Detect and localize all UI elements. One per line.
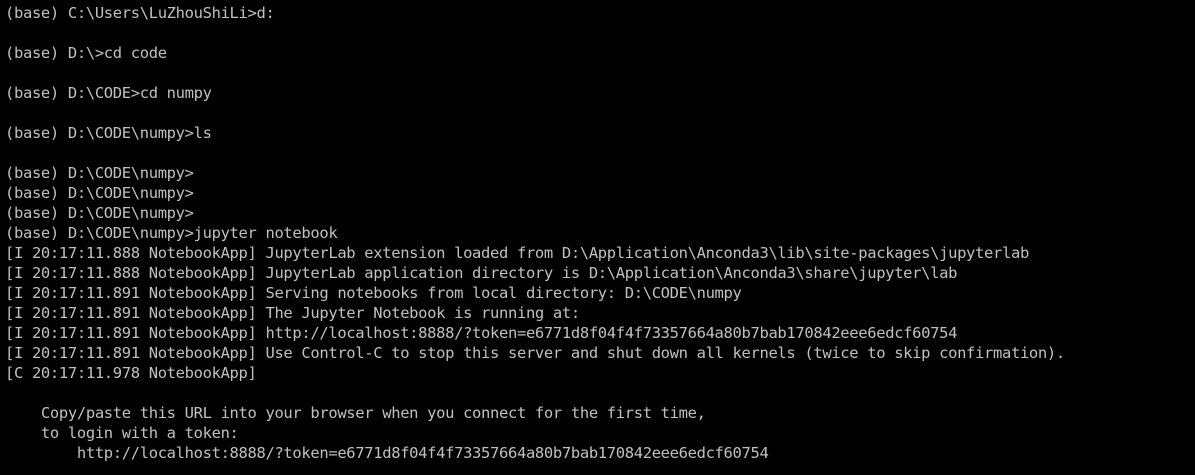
console-line: (base) D:\CODE>cd numpy: [5, 84, 212, 102]
log-line: [I 20:17:11.891 NotebookApp] The Jupyter…: [5, 304, 580, 322]
log-line: [I 20:17:11.891 NotebookApp] Use Control…: [5, 344, 1065, 362]
log-line: [I 20:17:11.888 NotebookApp] JupyterLab …: [5, 264, 958, 282]
console-line: (base) D:\>cd code: [5, 44, 167, 62]
console-line: (base) D:\CODE\numpy>: [5, 184, 194, 202]
log-line: [I 20:17:11.888 NotebookApp] JupyterLab …: [5, 244, 1029, 262]
token-url-line[interactable]: http://localhost:8888/?token=e6771d8f04f…: [5, 443, 1195, 463]
console-line: (base) D:\CODE\numpy>: [5, 204, 194, 222]
console-line: (base) C:\Users\LuZhouShiLi>d:: [5, 4, 275, 22]
log-line: [I 20:17:11.891 NotebookApp] Serving not…: [5, 284, 742, 302]
console-line: (base) D:\CODE\numpy>ls: [5, 124, 212, 142]
console-line: Copy/paste this URL into your browser wh…: [5, 404, 706, 422]
console-line: to login with a token:: [5, 424, 239, 442]
console-line: (base) D:\CODE\numpy>: [5, 164, 194, 182]
log-line-url[interactable]: [I 20:17:11.891 NotebookApp] http://loca…: [5, 323, 1195, 343]
console-line: (base) D:\CODE\numpy>jupyter notebook: [5, 224, 338, 242]
log-line: [C 20:17:11.978 NotebookApp]: [5, 364, 257, 382]
console-window[interactable]: (base) C:\Users\LuZhouShiLi>d: (base) D:…: [0, 0, 1195, 475]
